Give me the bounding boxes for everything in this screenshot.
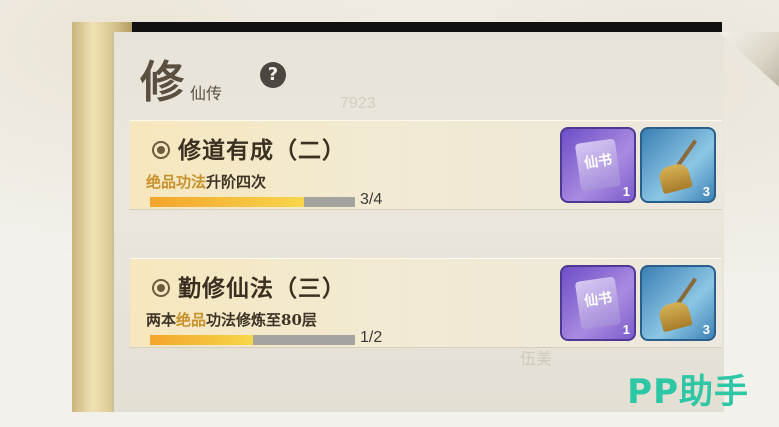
progress-fill <box>150 335 253 345</box>
page-subtitle: 仙传 <box>190 84 223 103</box>
reward-count: 1 <box>622 322 630 337</box>
pp-assistant-watermark: PP助手 <box>627 372 749 412</box>
progress-fill <box>150 197 304 207</box>
progress-bar <box>150 335 355 345</box>
progress-text: 3/4 <box>360 191 383 208</box>
quest-card[interactable]: 勤修仙法（三） 两本绝品功法修炼至80层 1/2 仙书 1 3 <box>130 258 722 348</box>
quest-title: 修道有成（二） <box>152 131 346 165</box>
quest-bullet-icon <box>152 141 170 159</box>
reward-count: 1 <box>622 184 630 199</box>
watermark-text: 伍美 <box>520 351 553 368</box>
quest-bullet-icon <box>152 279 170 297</box>
page-title: 修 <box>140 57 184 108</box>
help-icon[interactable]: ? <box>260 62 286 88</box>
quest-card[interactable]: 修道有成（二） 绝品功法升阶四次 3/4 仙书 1 3 <box>130 120 722 210</box>
reward-broom-icon[interactable]: 3 <box>640 265 716 341</box>
reward-skill-book-icon[interactable]: 仙书 1 <box>560 265 636 341</box>
progress-text: 1/2 <box>360 329 383 346</box>
watermark-text: 7923 <box>340 95 376 112</box>
quest-description: 绝品功法升阶四次 <box>146 173 267 191</box>
quest-title: 勤修仙法（三） <box>152 269 346 303</box>
reward-count: 3 <box>702 184 710 199</box>
reward-broom-icon[interactable]: 3 <box>640 127 716 203</box>
progress-bar <box>150 197 355 207</box>
reward-count: 3 <box>702 322 710 337</box>
reward-skill-book-icon[interactable]: 仙书 1 <box>560 127 636 203</box>
quest-description: 两本绝品功法修炼至80层 <box>146 311 317 329</box>
